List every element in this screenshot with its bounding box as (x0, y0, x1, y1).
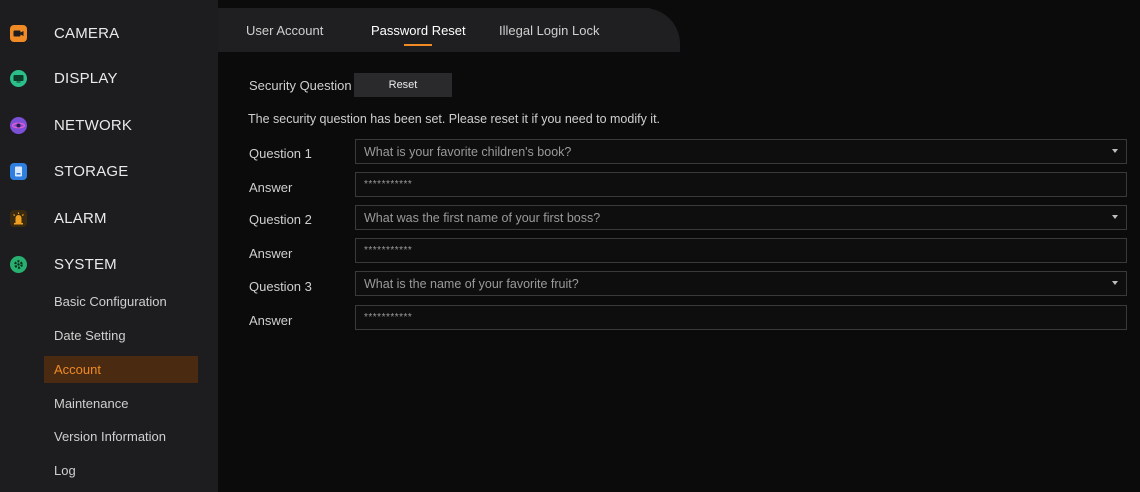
submenu-item-basic-configuration[interactable]: Basic Configuration (44, 288, 198, 315)
chevron-down-icon (1112, 215, 1118, 219)
answer-2-field[interactable]: *********** (355, 238, 1127, 263)
tab-illegal-login-lock[interactable]: Illegal Login Lock (499, 8, 599, 52)
system-gear-icon (10, 255, 27, 273)
question-2-value: What was the first name of your first bo… (364, 210, 601, 225)
answer-2-value: *********** (364, 245, 413, 256)
submenu-label: Basic Configuration (54, 294, 167, 309)
submenu-label: Log (54, 463, 76, 478)
sidebar: CAMERA DISPLAY NETWORK STORAGE ALARM SYS… (0, 0, 218, 492)
active-tab-indicator (404, 44, 433, 46)
menu-item-network[interactable]: NETWORK (0, 103, 218, 147)
menu-item-system[interactable]: SYSTEM (0, 242, 218, 286)
tab-label: Illegal Login Lock (499, 22, 600, 38)
question-3-label: Question 3 (249, 279, 312, 294)
menu-item-camera[interactable]: CAMERA (0, 11, 218, 55)
security-notice: The security question has been set. Plea… (248, 112, 661, 126)
menu-label-storage: STORAGE (54, 162, 129, 180)
answer-3-label: Answer (249, 313, 293, 328)
tab-label: User Account (246, 22, 324, 38)
reset-button[interactable]: Reset (354, 73, 452, 97)
chevron-down-icon (1112, 281, 1118, 285)
submenu-item-version-information[interactable]: Version Information (44, 423, 198, 450)
submenu-item-log[interactable]: Log (44, 457, 198, 484)
menu-item-display[interactable]: DISPLAY (0, 56, 218, 100)
question-2-label: Question 2 (249, 212, 312, 227)
storage-icon (10, 162, 27, 180)
question-3-select[interactable]: What is the name of your favorite fruit? (355, 271, 1127, 296)
answer-1-label: Answer (249, 180, 293, 195)
tab-label: Password Reset (371, 22, 466, 38)
question-1-value: What is your favorite children's book? (364, 144, 572, 159)
answer-2-label: Answer (249, 246, 293, 261)
submenu-label: Maintenance (54, 396, 129, 411)
submenu-label: Version Information (54, 429, 167, 444)
question-1-label: Question 1 (249, 146, 312, 161)
question-2-select[interactable]: What was the first name of your first bo… (355, 205, 1127, 230)
tab-password-reset[interactable]: Password Reset (371, 8, 466, 52)
menu-label-camera: CAMERA (54, 24, 120, 42)
menu-label-network: NETWORK (54, 116, 133, 134)
answer-3-value: *********** (364, 312, 413, 323)
alarm-icon (10, 209, 27, 227)
menu-item-storage[interactable]: STORAGE (0, 149, 218, 193)
submenu-item-account[interactable]: Account (44, 356, 198, 383)
submenu-label: Account (54, 362, 101, 377)
submenu-label: Date Setting (54, 328, 126, 343)
menu-item-alarm[interactable]: ALARM (0, 196, 218, 240)
answer-3-field[interactable]: *********** (355, 305, 1127, 330)
menu-label-alarm: ALARM (54, 209, 107, 227)
submenu-item-maintenance[interactable]: Maintenance (44, 390, 198, 417)
question-1-select[interactable]: What is your favorite children's book? (355, 139, 1127, 164)
answer-1-field[interactable]: *********** (355, 172, 1127, 197)
chevron-down-icon (1112, 149, 1118, 153)
submenu-item-date-setting[interactable]: Date Setting (44, 322, 198, 349)
display-icon (10, 69, 27, 87)
camera-icon (10, 24, 27, 42)
main-panel: User Account Password Reset Illegal Logi… (218, 0, 1140, 492)
question-3-value: What is the name of your favorite fruit? (364, 276, 579, 291)
security-question-label: Security Question (249, 78, 352, 93)
menu-label-display: DISPLAY (54, 69, 118, 87)
tab-user-account[interactable]: User Account (246, 8, 323, 52)
tab-bar-edge (640, 8, 680, 52)
answer-1-value: *********** (364, 179, 413, 190)
menu-label-system: SYSTEM (54, 255, 117, 273)
network-icon (10, 116, 27, 134)
